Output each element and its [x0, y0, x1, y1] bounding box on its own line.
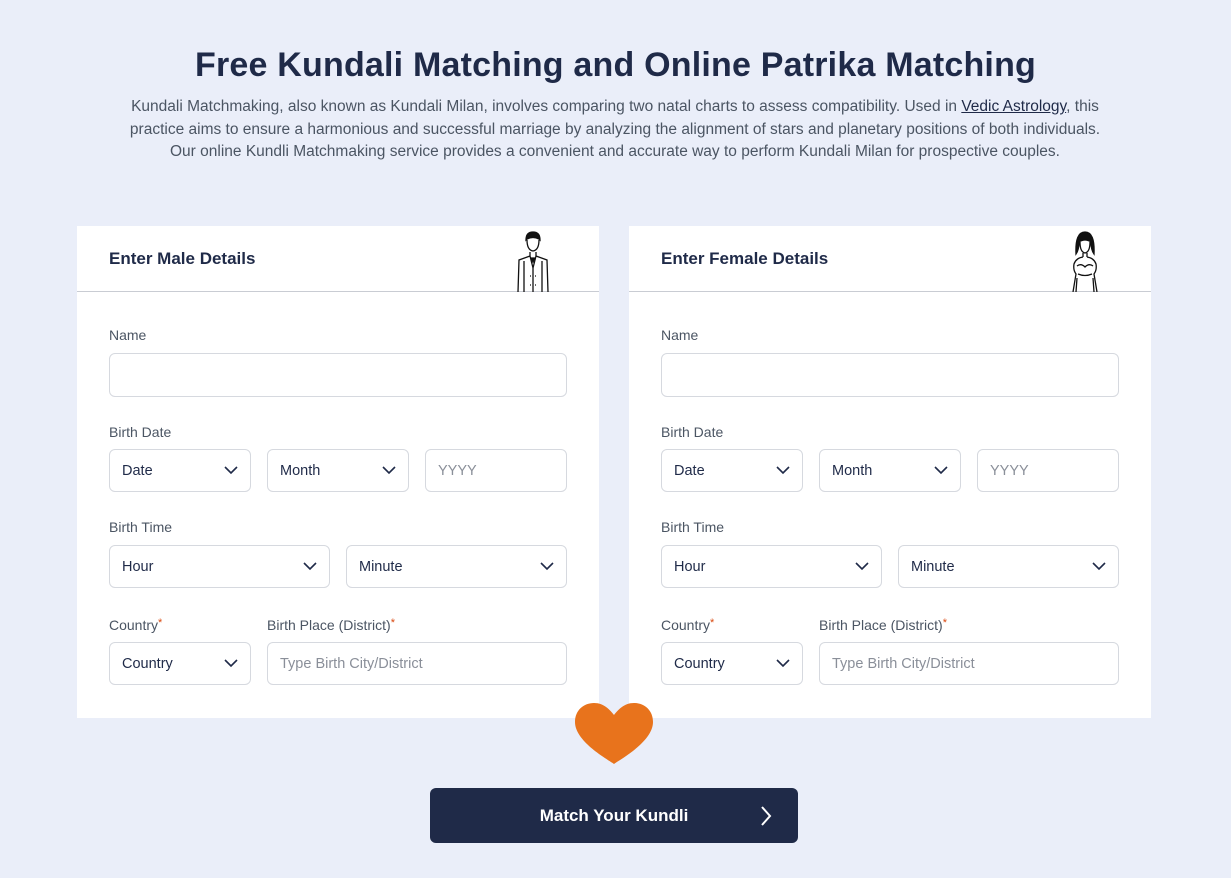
chevron-down-icon	[224, 466, 238, 475]
female-card-header: Enter Female Details	[629, 226, 1151, 292]
male-minute-select[interactable]: Minute	[346, 545, 567, 588]
chevron-down-icon	[776, 659, 790, 668]
female-date-select[interactable]: Date	[661, 449, 803, 492]
female-birth-date-label: Birth Date	[661, 424, 724, 440]
female-country-label: Country*	[661, 617, 715, 633]
chevron-down-icon	[382, 466, 396, 475]
male-birth-place-input[interactable]: Type Birth City/District	[267, 642, 567, 685]
chevron-down-icon	[1092, 562, 1106, 571]
male-name-input[interactable]	[109, 353, 567, 397]
page-title: Free Kundali Matching and Online Patrika…	[194, 46, 1037, 84]
groom-icon	[517, 231, 549, 292]
male-birth-time-label: Birth Time	[109, 519, 173, 535]
male-country-label: Country*	[109, 617, 163, 633]
male-hour-select[interactable]: Hour	[109, 545, 330, 588]
bride-icon	[1072, 231, 1098, 292]
female-birth-time-label: Birth Time	[661, 519, 725, 535]
female-month-select[interactable]: Month	[819, 449, 961, 492]
female-birth-place-input[interactable]: Type Birth City/District	[819, 642, 1119, 685]
female-details-card: Enter Female Details Name Birth Date Dat…	[629, 226, 1151, 718]
female-hour-select[interactable]: Hour	[661, 545, 882, 588]
heart-icon	[575, 703, 653, 764]
female-minute-select[interactable]: Minute	[898, 545, 1119, 588]
male-birth-date-label: Birth Date	[109, 424, 172, 440]
chevron-down-icon	[934, 466, 948, 475]
male-card-header: Enter Male Details	[77, 226, 599, 292]
male-year-input[interactable]: YYYY	[425, 449, 567, 492]
female-country-select[interactable]: Country	[661, 642, 803, 685]
female-name-input[interactable]	[661, 353, 1119, 397]
male-month-select[interactable]: Month	[267, 449, 409, 492]
chevron-down-icon	[855, 562, 869, 571]
match-kundli-button[interactable]: Match Your Kundli	[430, 788, 798, 843]
male-name-label: Name	[109, 327, 147, 343]
vedic-astrology-link[interactable]: Vedic Astrology	[961, 98, 1066, 115]
female-year-input[interactable]: YYYY	[977, 449, 1119, 492]
male-date-select[interactable]: Date	[109, 449, 251, 492]
intro-text: Kundali Matchmaking, also known as Kunda…	[129, 98, 1101, 161]
chevron-down-icon	[224, 659, 238, 668]
female-name-label: Name	[661, 327, 699, 343]
male-birth-place-label: Birth Place (District)*	[267, 617, 395, 633]
chevron-right-icon	[761, 806, 772, 826]
female-card-title: Enter Female Details	[661, 249, 829, 268]
male-details-card: Enter Male Details Name Birth Date Date …	[77, 226, 599, 718]
male-country-select[interactable]: Country	[109, 642, 251, 685]
chevron-down-icon	[303, 562, 317, 571]
chevron-down-icon	[776, 466, 790, 475]
male-card-title: Enter Male Details	[109, 249, 256, 268]
chevron-down-icon	[540, 562, 554, 571]
female-birth-place-label: Birth Place (District)*	[819, 617, 947, 633]
